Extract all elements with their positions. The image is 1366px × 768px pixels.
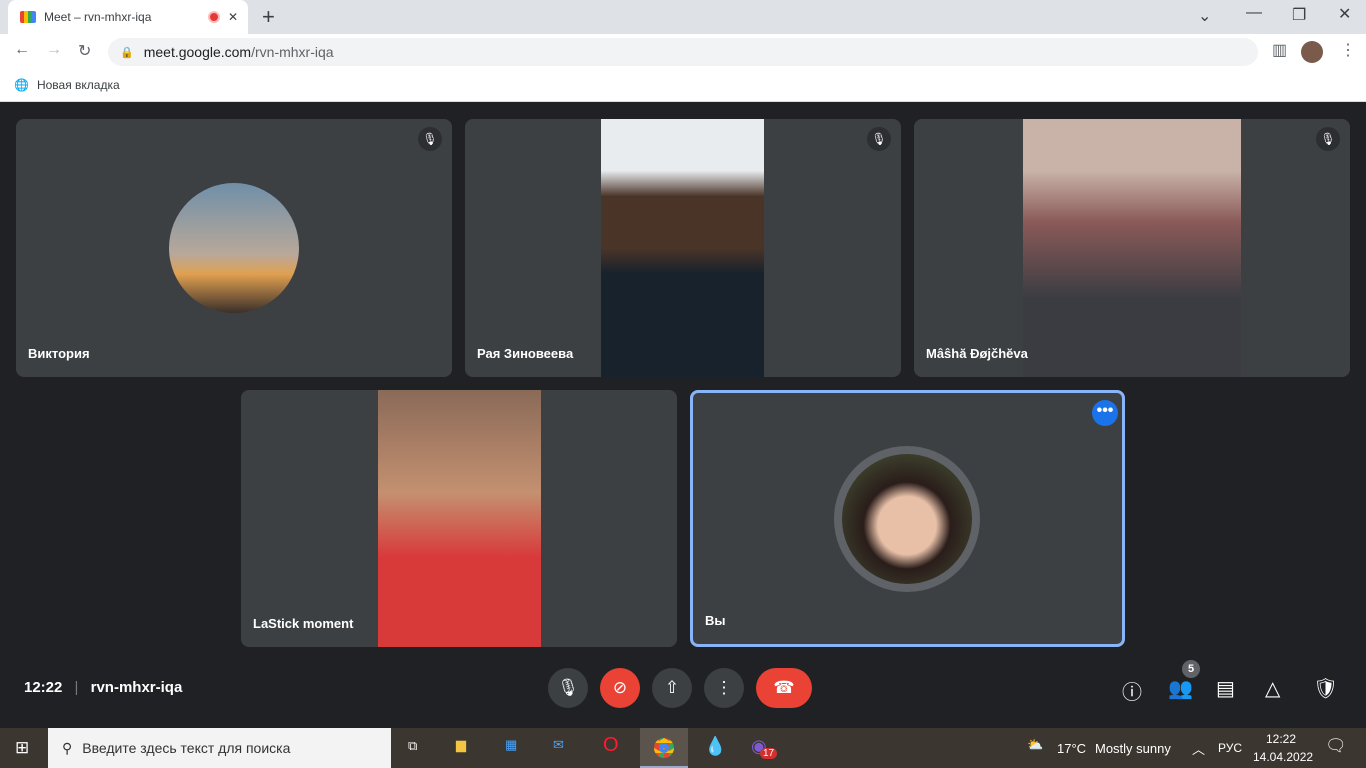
avatar (834, 446, 980, 592)
camera-off-button[interactable]: ⊘ (600, 668, 640, 708)
tab-strip: Meet – rvn-mhxr-iqa ✕ + ⌄ — ❐ ✕ (0, 0, 1366, 34)
mic-off-icon: 🎙 (418, 127, 442, 151)
camera-off-icon: ⊘ (612, 678, 628, 697)
participant-tile[interactable]: 🎙 Виктория (16, 119, 452, 377)
participant-name: Рая Зиновеева (477, 346, 574, 361)
mic-off-icon: 🎙 (867, 127, 891, 151)
new-tab-button[interactable]: + (262, 4, 275, 30)
restore-button[interactable]: ❐ (1292, 5, 1306, 25)
side-panel-icon[interactable]: ▥ (1272, 40, 1287, 60)
video-feed (378, 390, 541, 647)
clock-date[interactable]: 14.04.2022 (1253, 750, 1313, 764)
language-indicator[interactable]: РУС (1218, 741, 1242, 755)
info-icon[interactable]: ⓘ (1122, 676, 1142, 705)
task-view-icon[interactable]: ⧉ (408, 738, 417, 754)
url: meet.google.com/rvn-mhxr-iqa (144, 44, 334, 60)
explorer-icon[interactable]: ▆ (456, 737, 466, 753)
chrome-taskbar-item[interactable] (640, 728, 688, 768)
present-icon: ⇧ (664, 678, 680, 697)
forward-icon[interactable]: → (46, 41, 62, 59)
url-path: /rvn-mhxr-iqa (251, 44, 334, 60)
participant-name: LaStick moment (253, 616, 354, 631)
store-icon[interactable]: ▦ (505, 737, 517, 753)
more-vert-icon: ⋮ (715, 678, 733, 697)
avatar (169, 183, 299, 313)
menu-icon[interactable]: ⋮ (1340, 40, 1356, 60)
viber-badge: 17 (760, 748, 778, 759)
end-call-button[interactable]: ☎ (756, 668, 812, 708)
search-placeholder: Введите здесь текст для поиска (82, 740, 291, 756)
activities-icon[interactable]: △ (1265, 676, 1280, 701)
weather-temp[interactable]: 17°C (1057, 741, 1086, 756)
app-drop-icon[interactable]: 💧 (704, 736, 726, 757)
recording-icon (207, 11, 220, 23)
bookmarks-bar: 🌐 Новая вкладка (0, 68, 1366, 102)
meeting-info: 12:22 | rvn-mhxr-iqa (24, 679, 182, 696)
lock-icon: 🔒 (120, 46, 134, 59)
search-icon: ⚲ (62, 739, 73, 756)
taskbar: ⊞ ⚲ Введите здесь текст для поиска ⧉ ▆ ▦… (0, 728, 1366, 768)
more-button[interactable]: ⋮ (704, 668, 744, 708)
reload-icon[interactable]: ↻ (78, 41, 91, 61)
meeting-time: 12:22 (24, 679, 63, 696)
start-button[interactable]: ⊞ (15, 738, 29, 758)
participant-name: Вы (705, 613, 726, 628)
chat-icon[interactable]: ▤ (1216, 676, 1235, 701)
hangup-icon: ☎ (773, 678, 795, 697)
weather-icon[interactable]: ⛅ (1027, 737, 1043, 753)
more-options-button[interactable]: ••• (1092, 400, 1118, 426)
tab-title: Meet – rvn-mhxr-iqa (44, 10, 152, 24)
participant-count-badge: 5 (1182, 660, 1200, 678)
divider: | (74, 679, 79, 696)
participant-tile[interactable]: LaStick moment (241, 390, 677, 647)
mic-off-icon: 🎙 (1316, 127, 1340, 151)
self-tile[interactable]: ••• Вы (690, 390, 1125, 647)
weather-text[interactable]: Mostly sunny (1095, 741, 1171, 756)
tab-search-icon[interactable]: ⌄ (1198, 6, 1211, 26)
clock-time[interactable]: 12:22 (1266, 732, 1296, 746)
tab-meet[interactable]: Meet – rvn-mhxr-iqa ✕ (8, 0, 248, 34)
globe-icon: 🌐 (14, 77, 29, 92)
mic-button[interactable]: 🎙 (548, 668, 588, 708)
meet-logo-icon (20, 11, 36, 23)
notifications-icon[interactable]: 🗨 (1325, 736, 1347, 756)
video-feed (1023, 119, 1241, 377)
minimize-button[interactable]: — (1246, 4, 1262, 22)
mic-icon: 🎙 (557, 678, 579, 697)
participant-name: Mâŝhă Ðøjčhĕva (926, 346, 1028, 361)
profile-avatar[interactable] (1301, 41, 1323, 63)
chrome-icon (654, 738, 674, 758)
bookmark-new-tab[interactable]: Новая вкладка (37, 78, 120, 92)
meeting-code: rvn-mhxr-iqa (90, 679, 183, 696)
close-tab-icon[interactable]: ✕ (228, 10, 238, 24)
url-host: meet.google.com (143, 44, 252, 60)
host-controls-icon[interactable]: 🛡 (1313, 676, 1338, 701)
people-icon[interactable]: 👥 (1168, 676, 1193, 701)
participant-tile[interactable]: 🎙 Mâŝhă Ðøjčhĕva (914, 119, 1350, 377)
opera-icon[interactable]: O (603, 734, 619, 757)
video-feed (601, 119, 764, 377)
address-bar[interactable]: 🔒 meet.google.com/rvn-mhxr-iqa (108, 38, 1258, 66)
taskbar-search[interactable]: ⚲ Введите здесь текст для поиска (48, 728, 391, 768)
close-window-button[interactable]: ✕ (1338, 4, 1351, 24)
present-button[interactable]: ⇧ (652, 668, 692, 708)
participant-tile[interactable]: 🎙 Рая Зиновеева (465, 119, 901, 377)
tray-chevron-icon[interactable]: ︿ (1192, 739, 1205, 758)
back-icon[interactable]: ← (14, 41, 30, 59)
mail-icon[interactable]: ✉ (553, 737, 564, 753)
participant-name: Виктория (28, 346, 90, 361)
